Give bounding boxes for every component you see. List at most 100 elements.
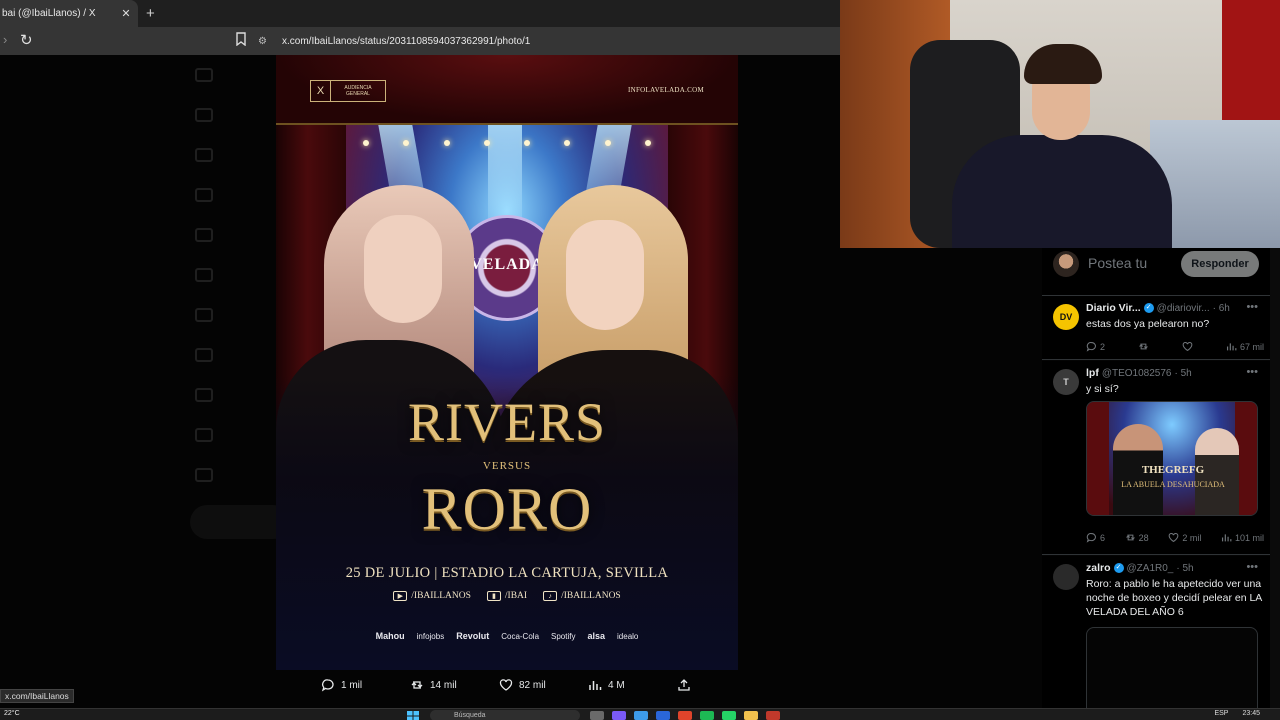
spotify-icon[interactable]: [700, 711, 714, 720]
tweet-author[interactable]: Diario Vir...: [1086, 302, 1141, 314]
streamer-body: [952, 135, 1172, 248]
reply-button[interactable]: Responder: [1181, 251, 1259, 277]
poster-image: VELADA X AUDIENCIA GENERAL INFOLAVELADA.C…: [276, 55, 738, 670]
like-action[interactable]: [1182, 341, 1193, 352]
user-icon: [195, 428, 213, 442]
fighter1-title: RIVERS: [407, 392, 607, 452]
reply-tweet[interactable]: DV Diario Vir... ✓ @diariovir... · 6h ••…: [1042, 296, 1270, 360]
avatar[interactable]: DV: [1053, 304, 1079, 330]
repost-action[interactable]: 14 mil: [410, 678, 457, 692]
more-icon[interactable]: •••: [1246, 366, 1258, 378]
versus-text: VERSUS: [482, 460, 532, 472]
views-action[interactable]: 101 mil: [1221, 532, 1264, 543]
app-icon[interactable]: [656, 711, 670, 720]
bookmark-icon[interactable]: [235, 32, 247, 46]
sidebar-item: [195, 255, 285, 295]
sponsor-logo: infojobs: [416, 631, 445, 641]
like-action[interactable]: 82 mil: [499, 678, 546, 692]
language-indicator[interactable]: ESP: [1214, 710, 1228, 717]
bell-icon: [195, 188, 213, 202]
repost-count: 14 mil: [430, 679, 457, 691]
tweet-media[interactable]: [1086, 627, 1258, 717]
clock[interactable]: 23:45: [1242, 710, 1260, 717]
mail-icon: [195, 228, 213, 242]
share-icon: [678, 679, 690, 691]
new-tab-button[interactable]: +: [146, 5, 155, 22]
app-icon[interactable]: [590, 711, 604, 720]
sponsor-logo: Revolut: [456, 631, 490, 641]
sponsor-logo: Coca-Cola: [501, 631, 540, 641]
tweet-image[interactable]: THEGREFG LA ABUELA DESAHUCIADA: [1086, 401, 1258, 516]
date-venue: 25 DE JULIO | ESTADIO LA CARTUJA, SEVILL…: [345, 565, 669, 581]
reply-icon: [1086, 342, 1096, 352]
reply-input[interactable]: Postea tu: [1088, 255, 1147, 271]
x-sidebar: [195, 55, 285, 495]
close-icon[interactable]: ✕: [118, 7, 134, 20]
tweet-header: lpf @TEO1082576 · 5h: [1086, 367, 1262, 379]
folder-icon[interactable]: [744, 711, 758, 720]
views-action[interactable]: 4 M: [588, 678, 625, 692]
heart-icon: [1168, 532, 1179, 543]
poster-socials: ▶/IBAILLANOS ▮/IBAI ♪/IBAILLANOS: [276, 591, 738, 601]
tweet-author[interactable]: zalro: [1086, 562, 1111, 574]
post-button-dimmed: [190, 505, 290, 539]
fighter-right-face: [566, 220, 644, 330]
repost-icon: [1139, 343, 1148, 350]
sidebar-item: [195, 375, 285, 415]
social-tiktok: ♪/IBAILLANOS: [543, 591, 621, 601]
reply-tweet[interactable]: T lpf @TEO1082576 · 5h ••• y si sí? THEG…: [1042, 361, 1270, 555]
tweet-time: · 5h: [1174, 367, 1192, 379]
views-count: 4 M: [608, 679, 625, 691]
like-count: 82 mil: [519, 679, 546, 691]
windows-start-icon[interactable]: [407, 711, 419, 720]
tweet-author[interactable]: lpf: [1086, 367, 1099, 379]
tweet-handle: @TEO1082576: [1101, 367, 1172, 379]
search-icon: [195, 148, 213, 162]
tweet-text: Roro: a pablo le ha apetecido ver una no…: [1086, 578, 1262, 618]
repost-action[interactable]: 28: [1125, 532, 1149, 543]
like-action[interactable]: 2 mil: [1168, 532, 1201, 543]
app-icon[interactable]: [612, 711, 626, 720]
x-premium-icon: [195, 388, 213, 402]
sidebar-item: [195, 295, 285, 335]
sponsor-logo: alsa: [587, 631, 606, 641]
browser-tab[interactable]: bai (@IbaiLlanos) / X ✕: [0, 0, 138, 27]
repost-action[interactable]: [1138, 341, 1149, 352]
sponsor-logo: Mahou: [375, 631, 405, 641]
app-icon[interactable]: [634, 711, 648, 720]
more-icon[interactable]: •••: [1246, 301, 1258, 313]
tweet-header: Diario Vir... ✓ @diariovir... · 6h: [1086, 302, 1262, 314]
avatar: [1053, 251, 1079, 277]
app-icon[interactable]: [766, 711, 780, 720]
views-action[interactable]: 67 mil: [1226, 341, 1264, 352]
tweet-actions: 6 28 2 mil 101 mil: [1086, 532, 1264, 543]
reply-action[interactable]: 2: [1086, 341, 1105, 352]
reload-icon[interactable]: ↻: [20, 31, 33, 49]
forward-icon[interactable]: ›: [3, 32, 7, 47]
share-action[interactable]: [677, 678, 691, 692]
weather-widget[interactable]: 22°C: [4, 710, 20, 717]
sponsor-logo: Spotify: [551, 631, 576, 641]
site-info-icon[interactable]: ⚙: [258, 36, 272, 47]
avatar[interactable]: T: [1053, 369, 1079, 395]
address-bar[interactable]: ⚙ x.com/IbaiLlanos/status/20311085940373…: [258, 31, 840, 51]
more-icon[interactable]: •••: [1246, 561, 1258, 573]
browser-toolbar: › ↻ ⚙ x.com/IbaiLlanos/status/2031108594…: [0, 27, 840, 55]
tweet-time: · 6h: [1212, 302, 1230, 314]
reply-tweet[interactable]: zalro ✓ @ZA1R0_ · 5h ••• Roro: a pablo l…: [1042, 556, 1270, 717]
brave-icon[interactable]: [678, 711, 692, 720]
reply-action[interactable]: 1 mil: [321, 678, 362, 692]
taskbar-search[interactable]: Búsqueda: [430, 710, 580, 720]
whatsapp-icon[interactable]: [722, 711, 736, 720]
views-icon: [1221, 534, 1232, 542]
tweet-handle: @ZA1R0_: [1126, 562, 1174, 574]
taskbar-apps: [590, 711, 780, 720]
image-subtitle: LA ABUELA DESAHUCIADA: [1121, 480, 1225, 489]
views-icon: [1226, 343, 1237, 351]
tweet-actions: 2 67 mil: [1086, 341, 1264, 352]
image-title: THEGREFG: [1141, 464, 1205, 476]
reply-action[interactable]: 6: [1086, 532, 1105, 543]
sponsor-logo: idealo: [617, 631, 639, 641]
scrollbar[interactable]: [1270, 248, 1280, 708]
avatar[interactable]: [1053, 564, 1079, 590]
